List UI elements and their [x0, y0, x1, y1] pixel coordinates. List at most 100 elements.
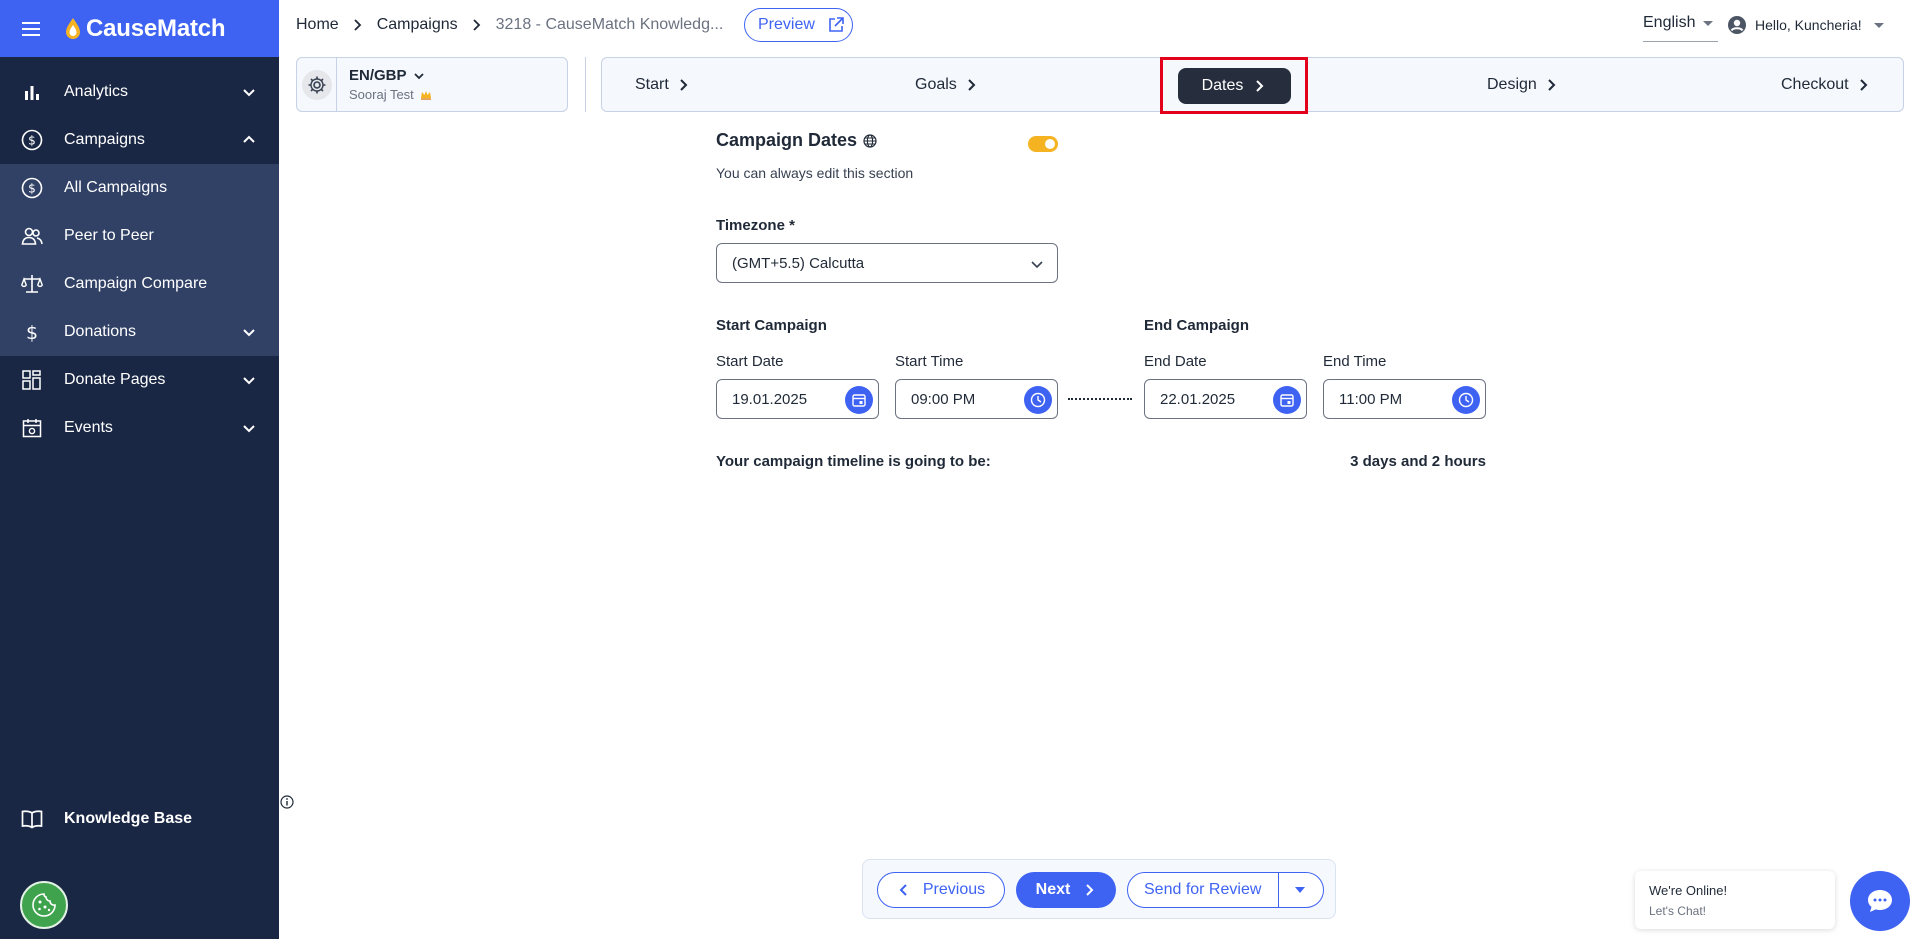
- sidebar-item-donations[interactable]: $ Donations: [0, 308, 279, 356]
- sidebar-item-label: Events: [64, 419, 113, 436]
- step-label: Design: [1487, 75, 1537, 93]
- organization-name-text: Sooraj Test: [349, 87, 414, 102]
- sidebar-item-label: Donations: [64, 323, 137, 340]
- sidebar-item-peer-to-peer[interactable]: Peer to Peer: [0, 212, 279, 260]
- end-time-input[interactable]: 11:00 PM: [1323, 379, 1486, 419]
- svg-text:$: $: [26, 322, 38, 343]
- brand-bar: CauseMatch: [0, 0, 279, 57]
- timezone-select[interactable]: (GMT+5.5) Calcutta: [716, 243, 1058, 283]
- svg-text:$: $: [28, 134, 36, 148]
- timezone-label: Timezone *: [716, 217, 795, 234]
- locale-code: EN/GBP: [349, 67, 432, 84]
- cookie-icon: [32, 893, 56, 917]
- next-label: Next: [1035, 881, 1071, 898]
- sidebar-item-campaigns[interactable]: $ Campaigns: [0, 116, 279, 164]
- step-design[interactable]: Design: [1487, 58, 1559, 111]
- user-menu[interactable]: Hello, Kuncheria!: [1727, 14, 1884, 36]
- section-toggle[interactable]: [1028, 136, 1058, 152]
- breadcrumb-home[interactable]: Home: [296, 16, 339, 34]
- campaign-timeline: Your campaign timeline is going to be: 3…: [716, 453, 1486, 470]
- chat-prompt[interactable]: We're Online! Let's Chat!: [1635, 871, 1835, 929]
- info-icon[interactable]: [280, 795, 294, 809]
- previous-button[interactable]: Previous: [877, 872, 1005, 908]
- chat-bubble-icon: [1868, 890, 1892, 912]
- chevron-right-icon: [680, 78, 688, 91]
- timezone-value: (GMT+5.5) Calcutta: [732, 254, 865, 272]
- sidebar-item-analytics[interactable]: Analytics: [0, 68, 279, 116]
- bar-chart-icon: [20, 80, 44, 104]
- end-campaign-label: End Campaign: [1144, 317, 1250, 334]
- sidebar-item-knowledge-base[interactable]: Knowledge Base: [0, 795, 279, 843]
- sidebar-item-campaign-compare[interactable]: Campaign Compare: [0, 260, 279, 308]
- step-goals[interactable]: Goals: [915, 58, 979, 111]
- language-select[interactable]: English: [1643, 12, 1718, 42]
- clock-icon[interactable]: [1452, 386, 1480, 414]
- locale-code-text: EN/GBP: [349, 67, 407, 84]
- sidebar-item-events[interactable]: Events: [0, 404, 279, 452]
- calendar-icon[interactable]: [1273, 386, 1301, 414]
- preview-button[interactable]: Preview: [744, 8, 853, 42]
- sidebar-item-donate-pages[interactable]: Donate Pages: [0, 356, 279, 404]
- calendar-icon: [20, 416, 44, 440]
- sidebar-item-label: Campaign Compare: [64, 275, 208, 292]
- start-date-input[interactable]: 19.01.2025: [716, 379, 879, 419]
- caret-down-icon: [1873, 22, 1884, 28]
- end-date-input[interactable]: 22.01.2025: [1144, 379, 1307, 419]
- wizard-actions: Previous Next Send for Review: [862, 859, 1336, 919]
- chevron-right-icon: [1859, 78, 1868, 91]
- divider: [585, 57, 586, 112]
- dollar-circle-icon: $: [20, 128, 44, 152]
- start-time-input[interactable]: 09:00 PM: [895, 379, 1058, 419]
- split-divider: [1278, 872, 1279, 908]
- calendar-icon[interactable]: [845, 386, 873, 414]
- user-greeting: Hello, Kuncheria!: [1755, 17, 1862, 33]
- locale-settings[interactable]: [297, 58, 337, 111]
- chevron-down-icon: [413, 72, 424, 79]
- people-icon: [20, 224, 44, 248]
- timeline-label: Your campaign timeline is going to be:: [716, 453, 991, 470]
- logo-icon: [66, 17, 80, 39]
- start-time-label: Start Time: [895, 353, 964, 370]
- brand-name: CauseMatch: [86, 14, 226, 42]
- menu-icon[interactable]: [20, 17, 44, 41]
- sidebar-item-all-campaigns[interactable]: $ All Campaigns: [0, 164, 279, 212]
- step-checkout[interactable]: Checkout: [1781, 58, 1871, 111]
- start-time-value: 09:00 PM: [911, 390, 976, 408]
- scale-icon: [20, 272, 44, 296]
- start-campaign-label: Start Campaign: [716, 317, 827, 334]
- chevron-down-icon: [243, 329, 255, 337]
- section-title: Campaign Dates: [716, 130, 1058, 151]
- sidebar-item-label: Analytics: [64, 83, 129, 100]
- knowledge-base-label: Knowledge Base: [64, 810, 193, 827]
- end-date-value: 22.01.2025: [1160, 390, 1236, 408]
- chevron-down-icon: [243, 425, 255, 433]
- caret-down-icon[interactable]: [1295, 887, 1305, 893]
- chevron-down-icon: [1031, 261, 1043, 269]
- sidebar-item-label: All Campaigns: [64, 179, 168, 196]
- chevron-right-icon: [968, 78, 976, 91]
- section-subtitle: You can always edit this section: [716, 165, 914, 181]
- cookie-settings-button[interactable]: [20, 881, 68, 929]
- chat-subtitle: Let's Chat!: [1649, 904, 1706, 918]
- globe-icon[interactable]: [863, 133, 877, 148]
- breadcrumb: Home Campaigns 3218 - CauseMatch Knowled…: [296, 14, 723, 36]
- end-date-label: End Date: [1144, 353, 1207, 370]
- sidebar: CauseMatch Analytics $ Campaigns $ All C…: [0, 0, 279, 939]
- clock-icon[interactable]: [1024, 386, 1052, 414]
- send-for-review-button[interactable]: Send for Review: [1127, 872, 1324, 908]
- locale-selector[interactable]: EN/GBP Sooraj Test: [296, 57, 568, 112]
- dollar-circle-icon: $: [20, 176, 44, 200]
- breadcrumb-campaigns[interactable]: Campaigns: [377, 16, 458, 34]
- step-label: Checkout: [1781, 75, 1849, 93]
- svg-text:$: $: [28, 182, 36, 196]
- organization-name: Sooraj Test: [349, 87, 432, 102]
- chevron-left-icon: [899, 884, 907, 896]
- chevron-right-icon: [1086, 884, 1094, 896]
- step-start[interactable]: Start: [635, 58, 691, 111]
- chat-button[interactable]: [1850, 871, 1910, 931]
- chevron-right-icon: [1548, 78, 1556, 91]
- next-button[interactable]: Next: [1016, 872, 1116, 908]
- sidebar-item-label: Campaigns: [64, 131, 145, 148]
- active-step-highlight: [1160, 57, 1308, 114]
- timeline-value: 3 days and 2 hours: [1350, 453, 1486, 470]
